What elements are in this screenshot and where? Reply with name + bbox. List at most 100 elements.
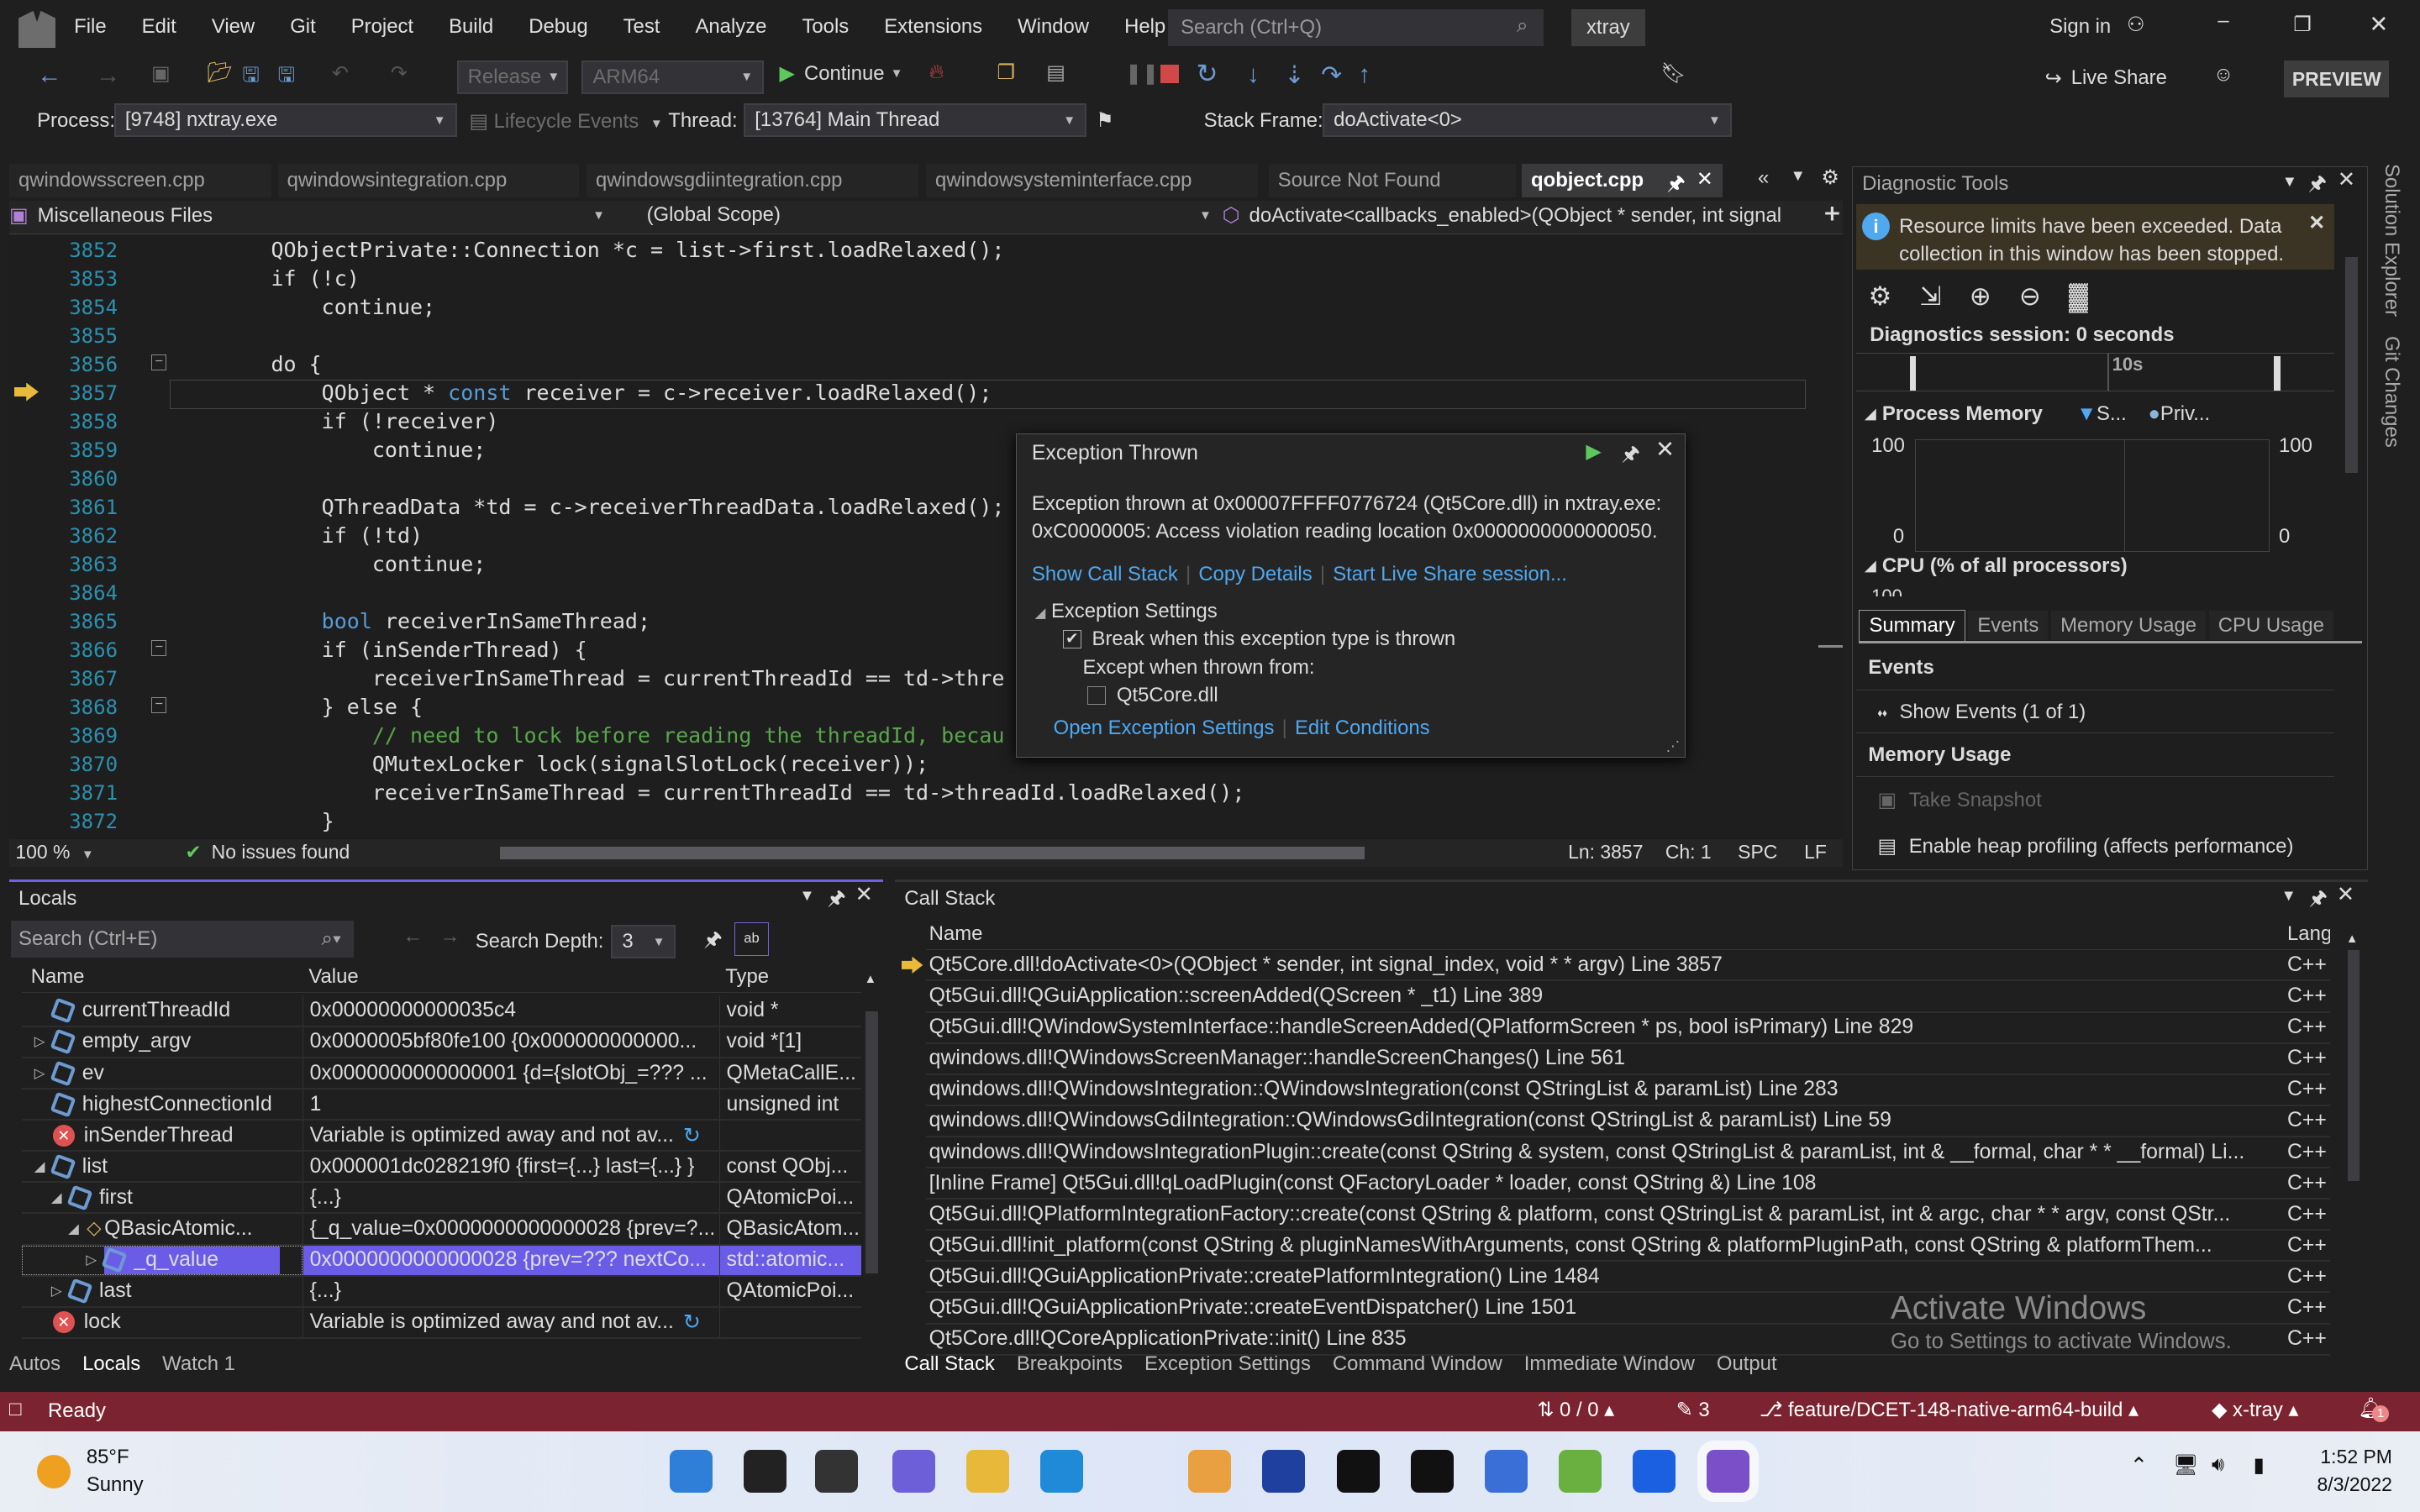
tab-command-window[interactable]: Command Window — [1333, 1352, 1502, 1376]
column-value[interactable]: Value — [302, 965, 719, 989]
temperature[interactable]: 85°F — [87, 1446, 129, 1469]
open-exception-settings-link[interactable]: Open Exception Settings — [1054, 717, 1275, 740]
module-checkbox[interactable] — [1087, 686, 1107, 706]
timeline-end-handle[interactable] — [2274, 356, 2281, 391]
call-stack-frame[interactable]: Qt5Gui.dll!QGuiApplication::screenAdded(… — [926, 982, 2330, 1013]
copy-details-link[interactable]: Copy Details — [1198, 563, 1312, 586]
tab-qwindowsscreen-cpp[interactable]: qwindowsscreen.cpp — [9, 164, 272, 197]
editor-vertical-scrollbar[interactable] — [1818, 244, 1844, 830]
diag-tab-summary[interactable]: Summary — [1859, 610, 1965, 641]
call-stack-frame[interactable]: Qt5Gui.dll!init_platform(const QString &… — [926, 1231, 2330, 1263]
close-panel-button[interactable]: ✕ — [855, 882, 874, 907]
locals-row[interactable]: highestConnectionId 1 unsigned int — [22, 1089, 861, 1121]
code-line[interactable]: continue; — [170, 436, 486, 465]
show-next-statement-icon[interactable]: ↓ — [1247, 60, 1260, 89]
thread-dropdown[interactable]: [13764] Main Thread ▼ — [744, 103, 1087, 138]
pending-changes[interactable]: ✎ 3 — [1676, 1398, 1710, 1422]
panel-menu-icon[interactable]: ▼ — [2281, 886, 2296, 905]
edit-conditions-link[interactable]: Edit Conditions — [1295, 717, 1430, 740]
clock-time[interactable]: 1:52 PM — [2300, 1446, 2391, 1468]
account-icon[interactable]: ⚇ — [2127, 13, 2144, 37]
tab-exception-settings[interactable]: Exception Settings — [1144, 1352, 1311, 1376]
search-icon[interactable] — [744, 1450, 787, 1494]
resize-grip-icon[interactable]: ⋰ — [1666, 738, 1681, 755]
member-dropdown[interactable]: ⬡ doActivate<callbacks_enabled>(QObject *… — [1223, 203, 1809, 228]
step-over-icon[interactable]: ↷ — [1321, 60, 1342, 90]
variable-value[interactable]: 0x0000005bf80fe100 {0x000000000000... — [310, 1030, 697, 1053]
restart-icon[interactable]: ↻ — [1196, 59, 1218, 89]
call-stack-frame[interactable]: Qt5Gui.dll!QPlatformIntegrationFactory::… — [926, 1200, 2330, 1231]
zoom-dropdown[interactable]: 100 % ▼ — [15, 841, 93, 864]
whitespace-indicator[interactable]: SPC — [1738, 841, 1777, 864]
diag-tab-memory-usage[interactable]: Memory Usage — [2051, 610, 2207, 641]
column-type[interactable]: Type — [719, 965, 769, 989]
file-explorer-icon[interactable] — [965, 1450, 1009, 1494]
navigate-forward-icon[interactable]: → — [96, 61, 120, 90]
code-line[interactable]: if (!td) — [170, 522, 423, 550]
show-events-link[interactable]: ⬪⬪ Show Events (1 of 1) — [1855, 690, 2335, 734]
pause-icon[interactable]: ❚❚ — [1125, 61, 1159, 86]
locals-row[interactable]: ✕ lock Variable is optimized away and not … — [22, 1307, 861, 1339]
refresh-icon[interactable]: ↻ — [683, 1123, 701, 1148]
zoom-in-icon[interactable]: ⊕ — [1970, 281, 1991, 312]
editor-settings-icon[interactable]: ⚙ — [1821, 165, 1839, 190]
variable-value[interactable]: 0x0000000000000028 {prev=??? nextCo... — [310, 1248, 707, 1272]
app-1-icon[interactable] — [1188, 1450, 1232, 1494]
call-stack-frame[interactable]: qwindows.dll!QWindowsScreenManager::hand… — [926, 1044, 2330, 1075]
menu-build[interactable]: Build — [449, 15, 493, 39]
column-language[interactable]: Lang — [2287, 922, 2330, 946]
take-snapshot-button[interactable]: ▣ Take Snapshot — [1856, 777, 2334, 823]
tab-qobject-cpp[interactable]: qobject.cpp 🖈︎ ✕ — [1522, 164, 1723, 197]
clock-date[interactable]: 8/3/2022 — [2300, 1473, 2392, 1496]
expand-toggle-icon[interactable]: ◢ — [51, 1189, 70, 1206]
network-icon[interactable]: 🖥︎ — [2173, 1453, 2198, 1478]
find-in-files-icon[interactable]: ❐ — [997, 60, 1015, 85]
volume-icon[interactable]: 🔊︎ — [2212, 1453, 2224, 1477]
locals-row[interactable]: ▷ last {...} QAtomicPoi... — [22, 1276, 861, 1308]
terminal-1-icon[interactable] — [1336, 1450, 1380, 1494]
memory-chart[interactable] — [1914, 438, 2270, 552]
process-dropdown[interactable]: [9748] nxtray.exe ▼ — [113, 103, 457, 138]
locals-row[interactable]: ◢ ⬦ QBasicAtomic... {_q_value=0x00000000000… — [22, 1214, 861, 1246]
platform-dropdown[interactable]: ARM64 ▼ — [581, 60, 765, 94]
expand-toggle-icon[interactable]: ▷ — [51, 1283, 70, 1299]
split-editor-icon[interactable]: ➕︎ — [1824, 202, 1839, 226]
save-all-icon[interactable]: 🖫︎ — [278, 60, 295, 95]
call-stack-frame[interactable]: qwindows.dll!QWindowsIntegration::QWindo… — [926, 1075, 2330, 1106]
visual-studio-preview-icon[interactable] — [1707, 1450, 1750, 1494]
tab-locals[interactable]: Locals — [82, 1352, 140, 1376]
view-hex-toggle-icon[interactable]: ab — [734, 921, 769, 957]
notifications-bell-icon[interactable]: 🔔︎ 1 — [2359, 1396, 2390, 1423]
lifecycle-events-dropdown[interactable]: ▤ Lifecycle Events ▼ — [469, 109, 662, 134]
tab-call-stack[interactable]: Call Stack — [904, 1352, 995, 1376]
variable-value[interactable]: {_q_value=0x0000000000000028 {prev=?... — [310, 1217, 716, 1241]
call-stack-frame[interactable]: qwindows.dll!QWindowsIntegrationPlugin::… — [926, 1137, 2330, 1169]
diag-tab-events[interactable]: Events — [1968, 610, 2049, 641]
restore-button[interactable]: ❐ — [2293, 13, 2311, 37]
zoom-out-icon[interactable]: ⊖ — [2019, 281, 2041, 312]
search-forward-icon[interactable]: → — [439, 925, 460, 948]
tab-immediate-window[interactable]: Immediate Window — [1524, 1352, 1695, 1376]
process-memory-header[interactable]: ◢ Process Memory ▼ S... ● Priv... — [1865, 402, 2210, 426]
line-indicator[interactable]: Ln: 3857 — [1568, 841, 1643, 864]
open-file-icon[interactable]: 📂︎ — [207, 60, 232, 85]
tab-list-icon[interactable]: ▼ — [1791, 166, 1806, 185]
locals-row[interactable]: ◢ first {...} QAtomicPoi... — [22, 1183, 861, 1215]
expand-toggle-icon[interactable]: ▷ — [34, 1033, 53, 1050]
export-icon[interactable]: ⇲ — [1919, 281, 1941, 312]
navigate-back-icon[interactable]: ← — [37, 61, 61, 90]
continue-button[interactable]: ▶ Continue ▼ — [780, 61, 903, 86]
terminal-2-icon[interactable] — [1410, 1450, 1454, 1494]
collapse-region-icon[interactable]: − — [150, 354, 167, 370]
battery-icon[interactable]: ▮ — [2254, 1453, 2265, 1478]
scroll-tabs-icon[interactable]: « — [1758, 166, 1769, 190]
live-share-button[interactable]: ↪ Live Share — [2045, 66, 2167, 91]
pin-panel-icon[interactable]: 🖈︎ — [827, 884, 845, 918]
teams-chat-icon[interactable] — [892, 1450, 935, 1494]
code-line[interactable]: bool receiverInSameThread; — [170, 607, 650, 636]
close-tab-icon[interactable]: ✕ — [1697, 167, 1713, 192]
menu-tools[interactable]: Tools — [802, 15, 849, 39]
expand-toggle-icon[interactable]: ▷ — [34, 1065, 53, 1082]
expand-toggle-icon[interactable]: ◢ — [34, 1158, 53, 1175]
sync-status[interactable]: ⇅ 0 / 0 ▴ — [1537, 1398, 1614, 1422]
